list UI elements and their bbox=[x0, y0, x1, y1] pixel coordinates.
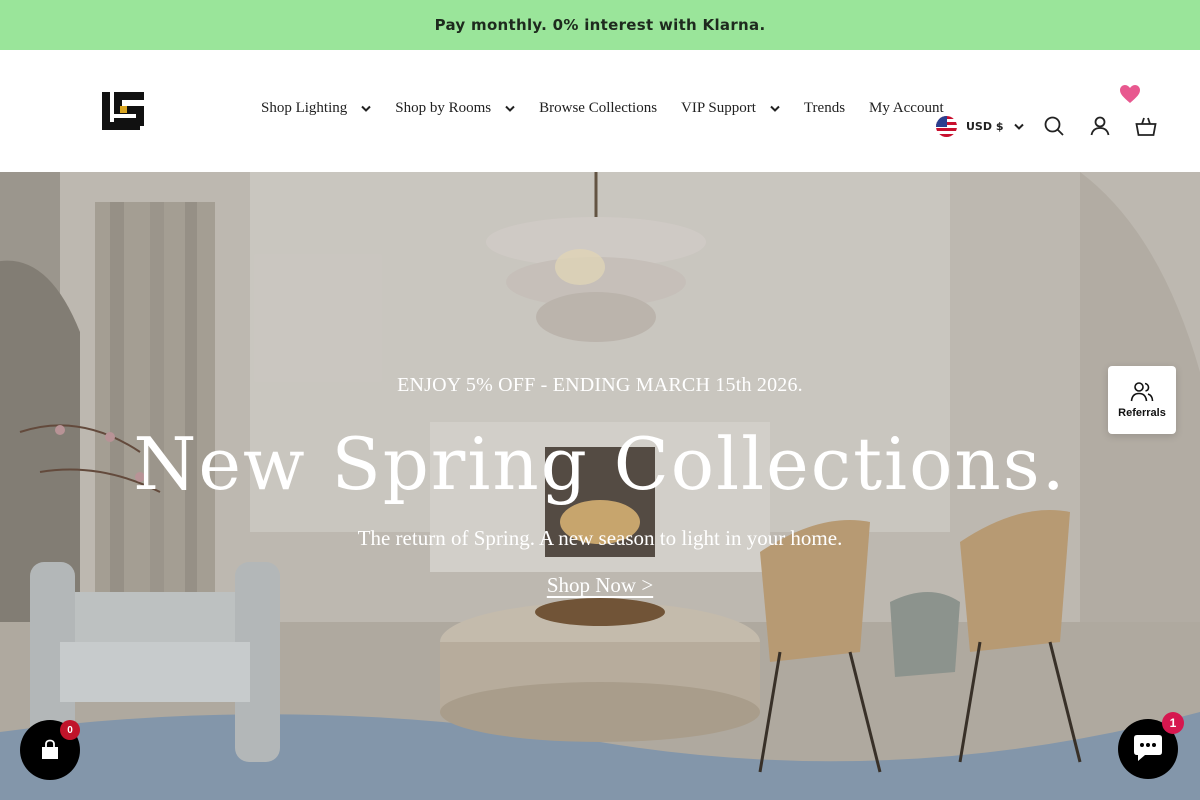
nav-label: Shop by Rooms bbox=[395, 100, 492, 116]
chevron-down-icon bbox=[361, 105, 371, 112]
hero-headline: New Spring Collections. bbox=[133, 422, 1067, 506]
chevron-down-icon bbox=[770, 105, 780, 112]
nav-label: My Account bbox=[869, 100, 944, 116]
announcement-text: Pay monthly. 0% interest with Klarna. bbox=[434, 16, 766, 34]
announcement-bar: Pay monthly. 0% interest with Klarna. bbox=[0, 0, 1200, 50]
nav-vip-support[interactable]: VIP Support bbox=[681, 100, 780, 117]
chat-icon bbox=[1134, 735, 1162, 761]
nav-browse-collections[interactable]: Browse Collections bbox=[539, 100, 657, 117]
nav-shop-lighting[interactable]: Shop Lighting bbox=[261, 100, 371, 117]
shop-now-link[interactable]: Shop Now > bbox=[547, 573, 653, 597]
referrals-label: Referrals bbox=[1118, 407, 1166, 419]
search-icon[interactable] bbox=[1043, 115, 1065, 137]
referrals-widget[interactable]: Referrals bbox=[1108, 366, 1176, 434]
cart-icon[interactable] bbox=[1135, 115, 1157, 137]
main-nav: Shop Lighting Shop by Rooms Browse Colle… bbox=[261, 100, 944, 117]
hero-banner: ENJOY 5% OFF - ENDING MARCH 15th 2026. N… bbox=[0, 172, 1200, 800]
shopping-bag-icon bbox=[42, 739, 58, 759]
currency-label: USD $ bbox=[966, 120, 1004, 133]
hero-cta-wrapper: Shop Now > bbox=[0, 573, 1200, 598]
chevron-down-icon bbox=[505, 105, 515, 112]
users-icon bbox=[1130, 382, 1154, 402]
nav-shop-by-rooms[interactable]: Shop by Rooms bbox=[395, 100, 515, 117]
nav-label: Browse Collections bbox=[539, 100, 658, 116]
chat-unread-badge: 1 bbox=[1162, 712, 1184, 734]
wishlist-heart-icon[interactable] bbox=[1119, 84, 1141, 104]
nav-my-account[interactable]: My Account bbox=[869, 100, 944, 117]
currency-selector[interactable]: USD $ bbox=[936, 116, 1025, 137]
nav-label: VIP Support bbox=[681, 100, 756, 116]
hero-eyebrow: ENJOY 5% OFF - ENDING MARCH 15th 2026. bbox=[397, 374, 803, 396]
site-header: Shop Lighting Shop by Rooms Browse Colle… bbox=[0, 50, 1200, 172]
us-flag-icon bbox=[936, 116, 957, 137]
nav-label: Shop Lighting bbox=[261, 100, 348, 116]
cart-count-badge: 0 bbox=[60, 720, 80, 740]
brand-logo[interactable] bbox=[100, 90, 146, 132]
account-icon[interactable] bbox=[1089, 115, 1111, 137]
chevron-down-icon bbox=[1014, 123, 1025, 130]
hero-subline: The return of Spring. A new season to li… bbox=[357, 526, 843, 550]
nav-trends[interactable]: Trends bbox=[804, 100, 845, 117]
logo-mark-icon bbox=[102, 92, 144, 130]
nav-label: Trends bbox=[803, 100, 846, 116]
